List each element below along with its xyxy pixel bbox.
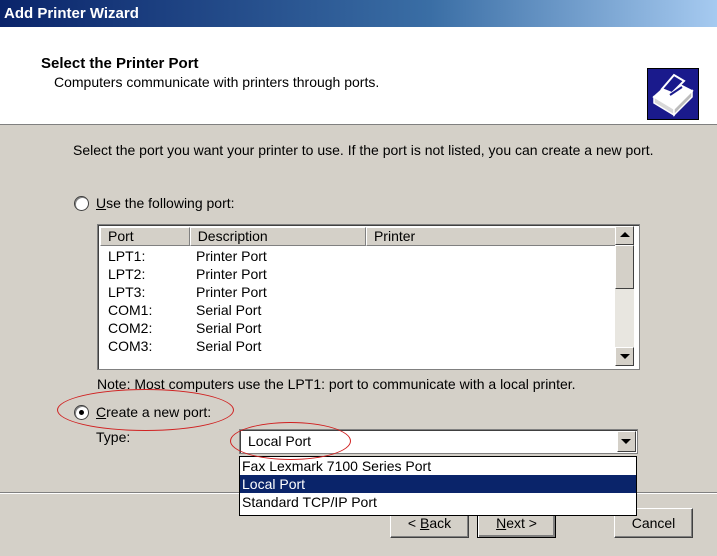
column-header-printer[interactable]: Printer (365, 227, 617, 246)
note-text: Note: Most computers use the LPT1: port … (97, 376, 576, 392)
description-cell: Serial Port (196, 320, 262, 336)
create-port-accel: C (96, 404, 107, 420)
printer-icon (647, 68, 699, 120)
arrow-down-icon (620, 354, 630, 359)
port-cell: COM3: (108, 338, 153, 354)
port-type-select[interactable]: Local Port (239, 429, 638, 454)
window-title: Add Printer Wizard (4, 5, 139, 22)
description-cell: Printer Port (196, 266, 267, 282)
port-list-header: Port Description Printer (100, 227, 617, 246)
back-prefix: < (407, 515, 420, 531)
next-label: ext > (506, 515, 537, 531)
port-cell: LPT3: (108, 284, 146, 300)
dropdown-option[interactable]: Standard TCP/IP Port (240, 493, 636, 511)
list-item[interactable]: LPT3: Printer Port (100, 283, 616, 301)
list-item[interactable]: COM2: Serial Port (100, 319, 616, 337)
scroll-up-button[interactable] (615, 226, 634, 245)
description-cell: Serial Port (196, 338, 262, 354)
create-new-port-radio[interactable] (74, 405, 89, 420)
use-following-port-label[interactable]: Use the following port: (96, 195, 235, 211)
create-new-port-label[interactable]: Create a new port: (96, 404, 211, 420)
list-item[interactable]: LPT2: Printer Port (100, 265, 616, 283)
page-subtitle: Computers communicate with printers thro… (54, 74, 380, 90)
port-cell: LPT1: (108, 248, 146, 264)
port-list-scrollbar[interactable] (615, 226, 634, 366)
dropdown-option-selected[interactable]: Local Port (240, 475, 636, 493)
use-port-label-text: se the following port: (106, 195, 235, 211)
back-label: ack (429, 515, 452, 531)
description-cell: Printer Port (196, 248, 267, 264)
port-list-rows: LPT1: Printer Port LPT2: Printer Port LPT3… (100, 247, 616, 355)
description-cell: Printer Port (196, 284, 267, 300)
dropdown-button[interactable] (617, 431, 636, 452)
port-type-value: Local Port (248, 433, 312, 449)
next-accel: N (496, 515, 507, 531)
description-cell: Serial Port (196, 302, 262, 318)
port-list[interactable]: Port Description Printer LPT1: Printer Po… (97, 224, 640, 370)
list-item[interactable]: COM3: Serial Port (100, 337, 616, 355)
use-following-port-radio[interactable] (74, 196, 89, 211)
add-printer-wizard-window: Add Printer Wizard Select the Printer Po… (0, 0, 717, 556)
radio-selected-dot (79, 410, 84, 415)
page-title: Select the Printer Port (41, 55, 199, 72)
back-accel: B (419, 515, 430, 531)
scroll-thumb[interactable] (615, 245, 634, 289)
intro-text: Select the port you want your printer to… (73, 142, 654, 158)
list-item[interactable]: LPT1: Printer Port (100, 247, 616, 265)
scroll-down-button[interactable] (615, 347, 634, 366)
use-port-accel: U (96, 195, 107, 211)
column-header-description[interactable]: Description (189, 227, 366, 246)
port-cell: COM2: (108, 320, 153, 336)
type-label: Type: (96, 429, 131, 445)
title-bar[interactable]: Add Printer Wizard (0, 0, 717, 27)
wizard-header: Select the Printer Port Computers commun… (0, 27, 717, 125)
column-header-port[interactable]: Port (100, 227, 190, 246)
port-type-dropdown-list: Fax Lexmark 7100 Series Port Local Port … (239, 456, 637, 516)
chevron-down-icon (621, 439, 631, 444)
port-cell: LPT2: (108, 266, 146, 282)
dropdown-option[interactable]: Fax Lexmark 7100 Series Port (240, 457, 636, 475)
arrow-up-icon (620, 232, 630, 237)
list-item[interactable]: COM1: Serial Port (100, 301, 616, 319)
port-cell: COM1: (108, 302, 153, 318)
create-port-label-text: reate a new port: (106, 404, 212, 420)
